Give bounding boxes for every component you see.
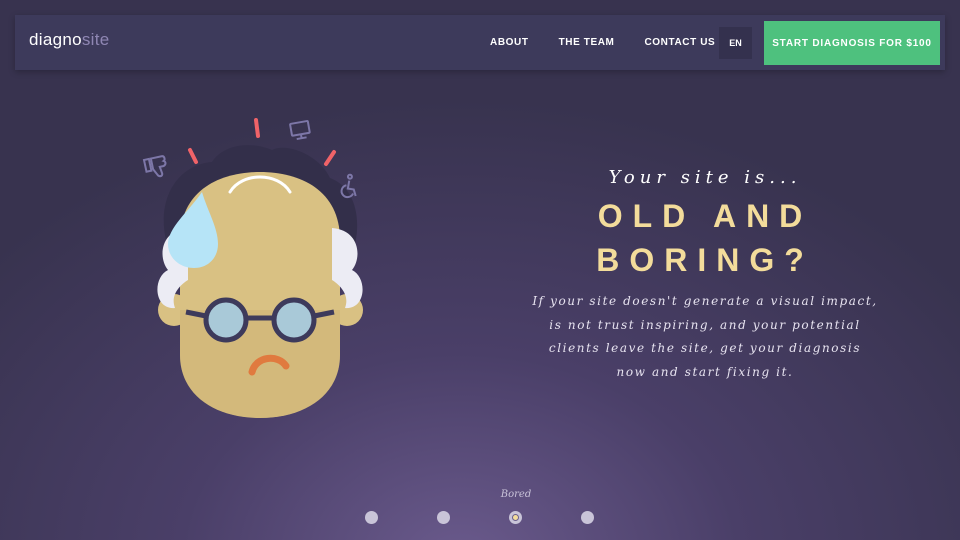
nav-contact-link[interactable]: CONTACT US	[644, 37, 715, 48]
hero-description: If your site doesn't generate a visual i…	[532, 294, 878, 379]
start-diagnosis-button[interactable]: START DIAGNOSIS FOR $100	[764, 21, 940, 65]
stress-mark-2	[254, 118, 260, 138]
header-navbar: diagnosite ABOUT THE TEAM CONTACT US EN …	[15, 15, 945, 70]
language-selector[interactable]: EN	[719, 27, 752, 59]
thumbs-down-icon	[142, 155, 167, 178]
slider-dot-4[interactable]	[581, 511, 594, 524]
nav-about-link[interactable]: ABOUT	[490, 37, 529, 48]
stress-mark-1	[188, 148, 198, 164]
hero-title: OLD AND BORING?	[520, 194, 890, 282]
bored-character-illustration	[142, 118, 363, 418]
hero-kicker: Your site is...	[608, 167, 802, 188]
slider-dot-3[interactable]	[509, 511, 522, 524]
logo-part-2: site	[81, 30, 110, 49]
slider-dot-2[interactable]	[437, 511, 450, 524]
slide-caption: Bored	[500, 489, 532, 500]
slider-dot-1[interactable]	[365, 511, 378, 524]
hero-title-line-1: OLD AND	[597, 198, 813, 234]
slider-pagination	[0, 511, 960, 525]
nav-links: ABOUT THE TEAM CONTACT US	[490, 15, 745, 70]
hero-title-line-2: BORING?	[596, 242, 814, 278]
glasses-left-lens	[203, 297, 249, 343]
hero-section: Your site is... OLD AND BORING? If your …	[520, 165, 890, 384]
stress-mark-3	[324, 150, 336, 166]
logo[interactable]: diagnosite	[29, 30, 110, 50]
nav-team-link[interactable]: THE TEAM	[559, 37, 615, 48]
wheelchair-icon	[340, 173, 357, 199]
glasses-right-lens	[271, 297, 317, 343]
monitor-icon	[289, 120, 311, 141]
logo-part-1: diagno	[29, 30, 82, 49]
